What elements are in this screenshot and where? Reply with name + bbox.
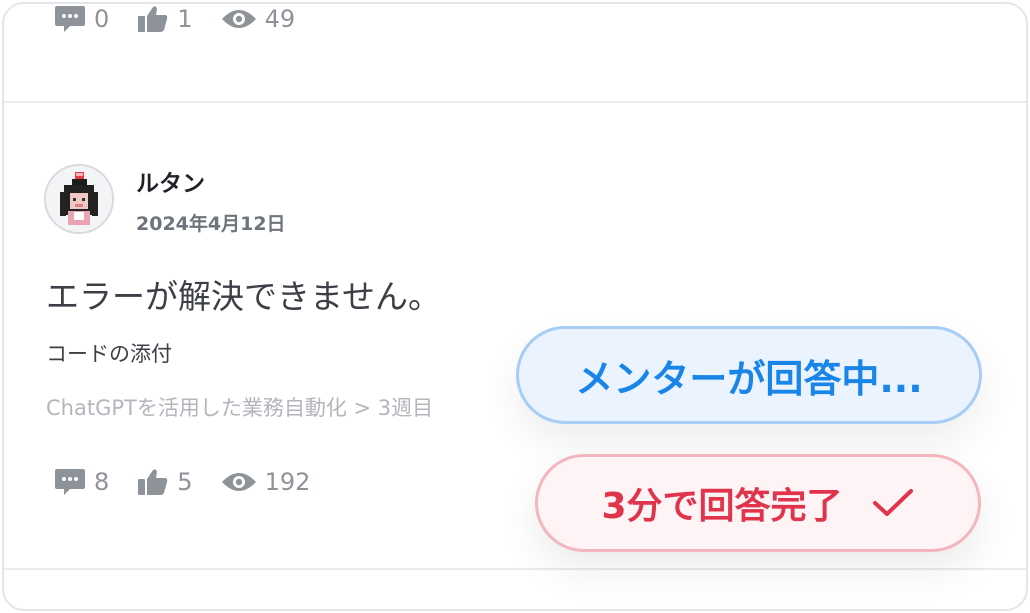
post-divider bbox=[4, 568, 1026, 570]
comment-count-value: 8 bbox=[94, 468, 110, 496]
eye-icon bbox=[221, 10, 256, 28]
post-title[interactable]: エラーが解決できません。 bbox=[46, 270, 441, 318]
answered-label: 3分で回答完了 bbox=[601, 486, 843, 527]
post-body-preview: コードの添付 bbox=[46, 342, 172, 366]
post-course-breadcrumb: ChatGPTを活用した業務自動化 > 3週目 bbox=[46, 396, 434, 420]
view-count-value: 49 bbox=[264, 5, 296, 33]
checkmark-icon bbox=[872, 489, 913, 516]
view-count: 49 bbox=[221, 5, 296, 33]
view-count: 192 bbox=[221, 468, 311, 496]
eye-icon bbox=[221, 473, 256, 491]
avatar[interactable] bbox=[44, 164, 114, 234]
like-count-value: 1 bbox=[177, 5, 193, 33]
like-count-value: 5 bbox=[177, 468, 193, 496]
comment-icon bbox=[55, 6, 85, 32]
post-divider bbox=[4, 101, 1026, 103]
previous-post-stats: 0 1 49 bbox=[54, 4, 323, 34]
post-list-card: 0 1 49 ルタン 2024年4月12日 エラーが解決できません。 コードの添… bbox=[2, 2, 1028, 611]
post-date: 2024年4月12日 bbox=[136, 213, 286, 235]
mentor-answering-badge: メンターが回答中... bbox=[516, 326, 982, 424]
comment-count[interactable]: 0 bbox=[54, 4, 109, 34]
thumbs-up-icon bbox=[138, 469, 168, 495]
like-count[interactable]: 1 bbox=[137, 4, 193, 34]
like-count[interactable]: 5 bbox=[137, 467, 193, 497]
comment-count-value: 0 bbox=[94, 5, 110, 33]
comment-icon bbox=[55, 469, 85, 495]
mentor-answering-label: メンターが回答中... bbox=[575, 356, 923, 401]
view-count-value: 192 bbox=[264, 468, 311, 496]
post-author-name[interactable]: ルタン bbox=[136, 164, 205, 198]
thumbs-up-icon bbox=[138, 6, 168, 33]
avatar-image bbox=[46, 166, 112, 232]
answered-badge: 3分で回答完了 bbox=[535, 454, 981, 552]
comment-count[interactable]: 8 bbox=[54, 467, 109, 497]
post-stats: 8 5 192 bbox=[54, 467, 338, 497]
